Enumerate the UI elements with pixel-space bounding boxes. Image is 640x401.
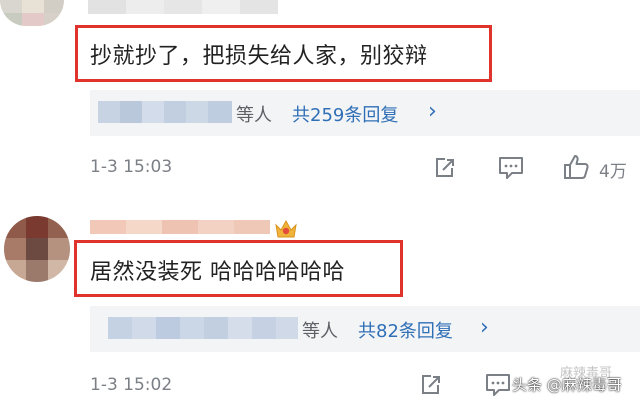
like-count: 4万 [599,162,627,182]
username[interactable] [88,0,278,14]
comment-icon[interactable] [497,155,525,181]
chevron-right-icon[interactable]: › [480,315,489,340]
crown-badge-icon [275,219,297,238]
reply-count-link[interactable]: 共259条回复 [292,101,398,127]
chevron-right-icon[interactable]: › [428,99,437,124]
reply-who: 等人 [302,321,338,342]
replier-names [108,317,298,339]
avatar[interactable] [0,0,64,26]
comment-time: 1-3 15:02 [90,375,173,395]
reply-who: 等人 [236,105,272,126]
replier-names [98,101,232,123]
username[interactable] [90,220,270,234]
avatar[interactable] [4,216,70,282]
comment-text: 居然没装死 哈哈哈哈哈哈 [90,260,345,285]
thumbs-up-icon[interactable] [562,153,590,181]
share-icon[interactable] [432,155,458,181]
reply-count-link[interactable]: 共82条回复 [358,317,453,343]
comment-text: 抄就抄了，把损失给人家，别狡辩 [90,44,428,69]
watermark: 头条 @麻辣毒哥 [512,376,622,394]
comment-time: 1-3 15:03 [90,157,173,177]
share-icon[interactable] [418,372,444,398]
comment-icon[interactable] [484,372,512,398]
